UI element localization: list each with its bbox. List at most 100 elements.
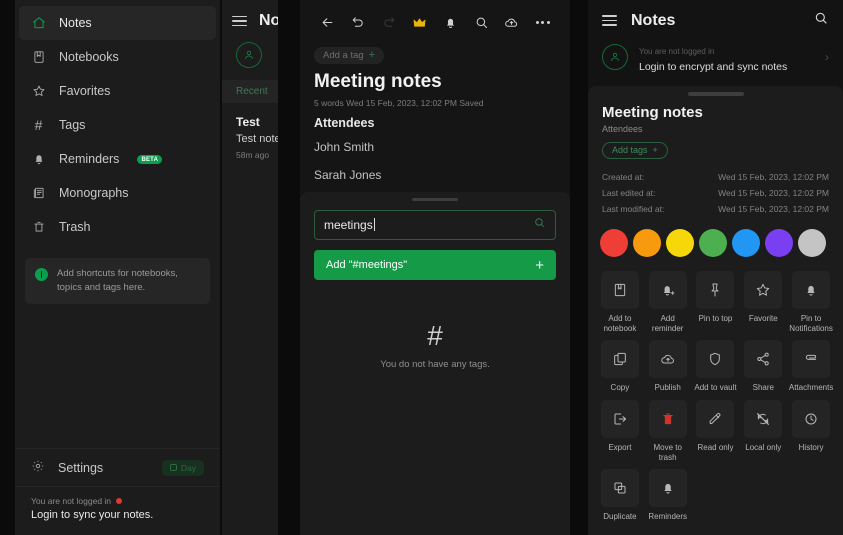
action-history[interactable]: History bbox=[787, 394, 835, 464]
note-item-preview: Test note bbox=[236, 133, 278, 145]
action-favorite[interactable]: Favorite bbox=[739, 265, 787, 335]
sidebar-item-tags[interactable]: # Tags bbox=[19, 108, 216, 142]
redo-icon[interactable] bbox=[374, 9, 405, 35]
color-swatch-orange[interactable] bbox=[633, 229, 661, 257]
action-add-to-notebook[interactable]: Add to notebook bbox=[596, 265, 644, 335]
filter-chip-recent[interactable]: Recent bbox=[222, 80, 278, 103]
sidebar-item-label: Favorites bbox=[59, 84, 110, 98]
color-swatch-blue[interactable] bbox=[732, 229, 760, 257]
sheet-drag-handle[interactable] bbox=[412, 198, 458, 201]
theme-toggle-chip[interactable]: Day bbox=[162, 460, 204, 476]
action-share[interactable]: Share bbox=[739, 334, 787, 393]
theme-chip-label: Day bbox=[181, 463, 196, 473]
properties-title: Notes bbox=[631, 12, 675, 30]
crown-icon[interactable] bbox=[404, 9, 435, 35]
add-tags-button[interactable]: Add tags + bbox=[602, 142, 668, 159]
note-body[interactable]: Attendees John Smith Sarah Jones bbox=[300, 108, 570, 182]
action-export[interactable]: Export bbox=[596, 394, 644, 464]
search-icon[interactable] bbox=[813, 10, 829, 31]
action-duplicate[interactable]: Duplicate bbox=[596, 463, 644, 522]
login-status-text: You are not logged in bbox=[31, 496, 111, 506]
pin-icon bbox=[696, 271, 734, 309]
action-label: Move to trash bbox=[646, 443, 690, 464]
color-swatch-green[interactable] bbox=[699, 229, 727, 257]
hash-icon: # bbox=[300, 322, 570, 350]
beta-badge: BETA bbox=[137, 155, 162, 164]
bell-icon bbox=[649, 469, 687, 507]
sidebar-item-notebooks[interactable]: Notebooks bbox=[19, 40, 216, 74]
note-title: Meeting notes bbox=[588, 96, 843, 121]
sidebar-item-trash[interactable]: Trash bbox=[19, 210, 216, 244]
action-pin-to-notifications[interactable]: Pin to Notifications bbox=[787, 265, 835, 335]
action-label: Copy bbox=[611, 383, 630, 393]
sidebar-item-favorites[interactable]: Favorites bbox=[19, 74, 216, 108]
color-swatch-yellow[interactable] bbox=[666, 229, 694, 257]
sun-icon bbox=[170, 464, 177, 471]
sidebar-item-reminders[interactable]: Reminders BETA bbox=[19, 142, 216, 176]
sidebar-item-notes[interactable]: Notes bbox=[19, 6, 216, 40]
meta-key: Created at: bbox=[602, 172, 644, 182]
action-label: Pin to Notifications bbox=[789, 314, 833, 335]
sidebar-item-label: Trash bbox=[59, 220, 91, 234]
settings-label: Settings bbox=[58, 461, 103, 475]
action-copy[interactable]: Copy bbox=[596, 334, 644, 393]
action-read-only[interactable]: Read only bbox=[692, 394, 740, 464]
note-item-time: 58m ago bbox=[236, 150, 278, 160]
action-label: Pin to top bbox=[699, 314, 733, 324]
action-add-reminder[interactable]: Add reminder bbox=[644, 265, 692, 335]
action-label: Export bbox=[608, 443, 631, 453]
more-icon[interactable] bbox=[527, 9, 558, 35]
settings-button[interactable]: Settings Day bbox=[15, 448, 220, 486]
avatar[interactable] bbox=[236, 42, 262, 68]
notebook-icon bbox=[601, 271, 639, 309]
action-label: Add reminder bbox=[646, 314, 690, 335]
sidebar-nav: Notes Notebooks Favorites # Tags bbox=[15, 0, 220, 244]
color-swatch-gray[interactable] bbox=[798, 229, 826, 257]
bell-icon[interactable] bbox=[435, 9, 466, 35]
note-properties-sheet: Meeting notes Attendees Add tags + Creat… bbox=[588, 86, 843, 535]
action-label: Read only bbox=[697, 443, 733, 453]
sidebar-login-prompt[interactable]: You are not logged in Login to sync your… bbox=[15, 486, 220, 535]
list-item[interactable]: Test Test note 58m ago bbox=[222, 103, 278, 160]
color-swatches bbox=[588, 217, 843, 257]
undo-icon[interactable] bbox=[343, 9, 374, 35]
editor-panel: Add a tag + Meeting notes 5 words Wed 15… bbox=[300, 0, 570, 535]
action-label: Attachments bbox=[789, 383, 833, 393]
hamburger-menu-icon[interactable] bbox=[602, 15, 617, 25]
sidebar-item-monographs[interactable]: Monographs bbox=[19, 176, 216, 210]
action-publish[interactable]: Publish bbox=[644, 334, 692, 393]
action-add-to-vault[interactable]: Add to vault bbox=[692, 334, 740, 393]
sidebar-item-label: Monographs bbox=[59, 186, 129, 200]
color-swatch-purple[interactable] bbox=[765, 229, 793, 257]
notes-list-header: Notes bbox=[222, 0, 278, 30]
color-swatch-red[interactable] bbox=[600, 229, 628, 257]
action-label: Add to notebook bbox=[598, 314, 642, 335]
avatar bbox=[602, 44, 628, 70]
hamburger-menu-icon[interactable] bbox=[232, 16, 247, 26]
home-icon bbox=[31, 16, 46, 31]
action-move-to-trash[interactable]: Move to trash bbox=[644, 394, 692, 464]
back-icon[interactable] bbox=[312, 9, 343, 35]
publish-icon[interactable] bbox=[497, 9, 528, 35]
search-input[interactable]: meetings bbox=[314, 210, 556, 240]
star-icon bbox=[31, 84, 46, 99]
login-banner[interactable]: You are not logged in Login to encrypt a… bbox=[588, 31, 843, 83]
search-icon[interactable] bbox=[466, 9, 497, 35]
note-body-line: John Smith bbox=[314, 140, 556, 154]
note-subtitle: Attendees bbox=[588, 121, 843, 134]
action-pin-to-top[interactable]: Pin to top bbox=[692, 265, 740, 335]
add-a-tag-button[interactable]: Add a tag + bbox=[314, 47, 384, 64]
tag-input-value: meetings bbox=[324, 218, 373, 232]
search-icon[interactable] bbox=[533, 216, 546, 234]
properties-header: Notes bbox=[588, 0, 843, 31]
action-attachments[interactable]: Attachments bbox=[787, 334, 835, 393]
trash-icon bbox=[31, 220, 46, 235]
paperclip-icon bbox=[792, 340, 830, 378]
table-row: Last edited at: Wed 15 Feb, 2023, 12:02 … bbox=[602, 185, 829, 201]
add-tag-button[interactable]: Add "#meetings" + bbox=[314, 250, 556, 280]
action-reminders[interactable]: Reminders bbox=[644, 463, 692, 522]
action-label: Favorite bbox=[749, 314, 778, 324]
bell-plus-icon bbox=[649, 271, 687, 309]
monograph-icon bbox=[31, 186, 46, 201]
action-local-only[interactable]: Local only bbox=[739, 394, 787, 464]
